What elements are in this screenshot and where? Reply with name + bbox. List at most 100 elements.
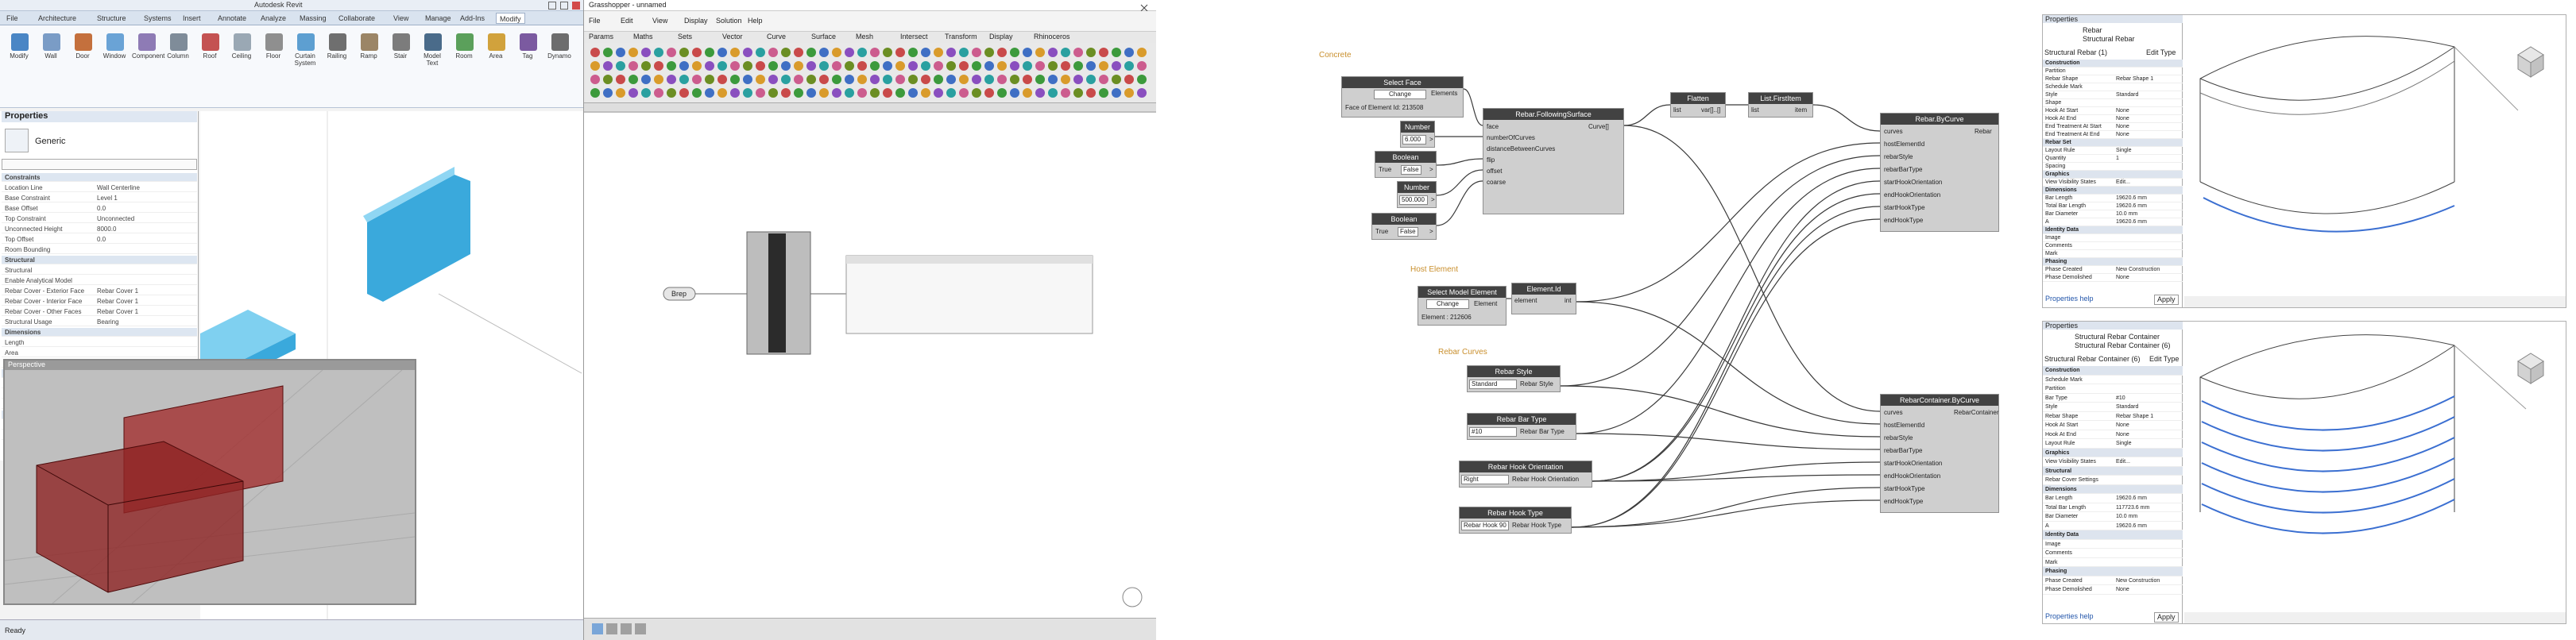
component-icon[interactable] — [832, 61, 841, 71]
port-in[interactable]: startHookOrientation — [1884, 460, 1942, 468]
component-icon[interactable] — [590, 61, 600, 71]
dynamo-graph[interactable]: Concrete Host Element Rebar Curves Selec… — [1319, 40, 2018, 611]
true-radio[interactable]: True — [1379, 166, 1391, 174]
property-value[interactable]: Rebar Shape 1 — [2116, 412, 2153, 422]
port-in[interactable]: startHookType — [1884, 485, 1925, 493]
property-row[interactable]: Bar Type #10 — [2043, 394, 2183, 403]
tab-sets[interactable]: Sets — [678, 33, 692, 41]
port-out[interactable]: RebarContainer — [1954, 409, 1998, 417]
component-icon[interactable] — [1099, 88, 1108, 98]
component-icon[interactable] — [1010, 75, 1019, 84]
property-row[interactable]: Layout Rule Single — [2043, 147, 2183, 155]
component-icon[interactable] — [857, 88, 867, 98]
component-icon[interactable] — [717, 75, 727, 84]
ribbon-button-door[interactable]: Door — [68, 30, 97, 73]
property-row[interactable]: Identity Data — [2043, 226, 2183, 234]
node-number[interactable]: Number 6.000 > — [1400, 121, 1435, 148]
component-icon[interactable] — [743, 75, 752, 84]
ribbon-button-area[interactable]: Area — [482, 30, 510, 73]
gh-canvas-svg[interactable] — [584, 113, 1156, 619]
component-icon[interactable] — [641, 48, 651, 57]
component-icon[interactable] — [883, 61, 892, 71]
property-value[interactable]: 10.0 mm — [2116, 210, 2137, 218]
ribbon-button-dynamo[interactable]: Dynamo — [545, 30, 574, 73]
port-in[interactable]: list — [1751, 106, 1759, 114]
component-icon[interactable] — [1023, 75, 1032, 84]
component-icon[interactable] — [1048, 88, 1058, 98]
property-value[interactable]: None — [2116, 274, 2129, 282]
component-icon[interactable] — [1061, 88, 1070, 98]
tab-rhinoceros[interactable]: Rhinoceros — [1034, 33, 1070, 41]
property-row[interactable]: End Treatment At Start None — [2043, 123, 2183, 131]
ribbon-button-wall[interactable]: Wall — [37, 30, 65, 73]
property-value[interactable]: Single — [2116, 147, 2131, 155]
property-value[interactable]: Standard — [2116, 91, 2138, 99]
property-row[interactable]: Unconnected Height 8000.0 — [2, 225, 197, 233]
component-icon[interactable] — [781, 75, 791, 84]
ribbon-button-component[interactable]: Component — [132, 30, 164, 73]
rebar-curve[interactable] — [2201, 395, 2455, 431]
component-icon[interactable] — [616, 88, 625, 98]
component-icon[interactable] — [1086, 48, 1096, 57]
port-out[interactable]: Rebar Bar Type — [1520, 428, 1565, 436]
ribbon-button-ceiling[interactable]: Ceiling — [227, 30, 256, 73]
component-icon[interactable] — [806, 75, 816, 84]
component-icon[interactable] — [1010, 88, 1019, 98]
component-icon[interactable] — [997, 88, 1007, 98]
tab-insert[interactable]: Insert — [180, 13, 204, 24]
tab-add-ins[interactable]: Add-Ins — [457, 13, 488, 24]
component-icon[interactable] — [1061, 61, 1070, 71]
component-icon[interactable] — [692, 61, 702, 71]
property-row[interactable]: A 19620.6 mm — [2043, 522, 2183, 530]
menu-solution[interactable]: Solution — [716, 17, 742, 25]
port-out[interactable]: Rebar Hook Type — [1512, 522, 1561, 530]
port-out[interactable]: Element — [1474, 300, 1497, 308]
component-icon[interactable] — [819, 61, 829, 71]
property-row[interactable]: Schedule Mark — [2043, 83, 2183, 91]
node-element-id[interactable]: Element.Id element int — [1511, 283, 1576, 314]
component-icon[interactable] — [934, 61, 943, 71]
property-value[interactable]: None — [2116, 430, 2129, 440]
property-row[interactable]: Partition — [2043, 384, 2183, 394]
port-out[interactable]: > — [1431, 196, 1435, 204]
component-icon[interactable] — [590, 48, 600, 57]
component-icon[interactable] — [972, 75, 981, 84]
node-rebar-hook-type[interactable]: Rebar Hook Type Rebar Hook 90 Rebar Hook… — [1459, 507, 1572, 534]
port-in[interactable]: numberOfCurves — [1487, 134, 1535, 142]
property-row[interactable]: Graphics — [2043, 171, 2183, 179]
property-row[interactable]: Enable Analytical Model — [2, 276, 197, 285]
component-icon[interactable] — [845, 48, 854, 57]
component-icon[interactable] — [743, 61, 752, 71]
node-flatten[interactable]: Flatten list var[]..[] — [1670, 92, 1726, 118]
property-value[interactable]: 19620.6 mm — [2116, 202, 2147, 210]
component-icon[interactable] — [806, 88, 816, 98]
port-in[interactable]: endHookOrientation — [1884, 472, 1940, 480]
component-icon[interactable] — [1124, 75, 1134, 84]
maximize-icon[interactable] — [560, 2, 568, 10]
component-icon[interactable] — [1112, 48, 1121, 57]
component-icon[interactable] — [768, 48, 778, 57]
component-icon[interactable] — [756, 48, 765, 57]
component-icon[interactable] — [959, 48, 969, 57]
viewcube-icon[interactable] — [2517, 46, 2544, 78]
property-row[interactable]: Location Line Wall Centerline — [2, 183, 197, 192]
property-value[interactable]: Rebar Cover 1 — [97, 297, 138, 306]
property-row[interactable]: Graphics — [2043, 448, 2183, 457]
component-icon[interactable] — [603, 75, 613, 84]
rebar-curve[interactable] — [2201, 499, 2455, 534]
property-row[interactable]: Bar Length 19620.6 mm — [2043, 195, 2183, 202]
component-icon[interactable] — [895, 75, 905, 84]
tab-view[interactable]: View — [390, 13, 412, 24]
node-number[interactable]: Number 500.000 > — [1397, 181, 1437, 208]
property-row[interactable]: Hook At Start None — [2043, 107, 2183, 115]
component-icon[interactable] — [1112, 75, 1121, 84]
component-icon[interactable] — [781, 61, 791, 71]
port-out[interactable]: > — [1429, 136, 1433, 144]
component-icon[interactable] — [959, 88, 969, 98]
minimize-icon[interactable] — [548, 2, 556, 10]
component-icon[interactable] — [1124, 61, 1134, 71]
property-row[interactable]: Bar Diameter 10.0 mm — [2043, 210, 2183, 218]
property-value[interactable]: Unconnected — [97, 214, 134, 223]
property-row[interactable]: Image — [2043, 540, 2183, 549]
component-icon[interactable] — [895, 61, 905, 71]
